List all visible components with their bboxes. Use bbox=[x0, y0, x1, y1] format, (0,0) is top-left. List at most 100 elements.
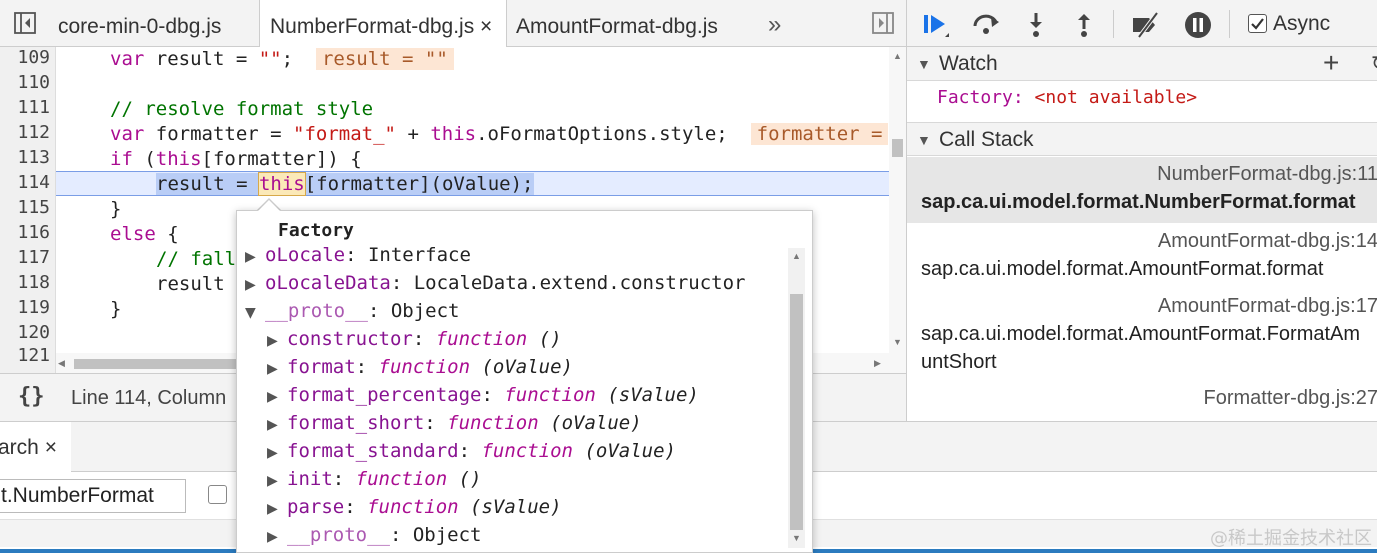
property-row[interactable]: ▶ oLocaleData: LocaleData.extend.construc… bbox=[245, 269, 745, 297]
string-literal: "format_" bbox=[293, 123, 396, 145]
more-tabs-icon[interactable]: » bbox=[768, 0, 781, 50]
step-over-icon[interactable] bbox=[971, 10, 999, 38]
property-row[interactable]: ▶ format_standard: function (oValue) bbox=[267, 437, 676, 465]
collapsed-triangle-icon[interactable]: ▶ bbox=[267, 467, 287, 495]
watch-section-header[interactable]: ▼ Watch + ↻ bbox=[907, 47, 1377, 81]
call-frame[interactable]: AmountFormat-dbg.js:17 sap.ca.ui.model.f… bbox=[907, 290, 1377, 382]
hovered-this-token[interactable]: this bbox=[257, 172, 306, 196]
step-out-icon[interactable] bbox=[1069, 10, 1097, 38]
line-number[interactable]: 113 bbox=[0, 147, 50, 168]
search-input[interactable] bbox=[0, 479, 186, 513]
property-row[interactable]: ▶ format: function (oValue) bbox=[267, 353, 573, 381]
object-inspector-popover[interactable]: Factory ▶ oLocale: Interface ▶ oLocaleData:… bbox=[236, 210, 813, 553]
property-row[interactable]: ▼ __proto__: Object bbox=[245, 297, 459, 325]
tab-amountformat[interactable]: AmountFormat-dbg.js bbox=[516, 0, 718, 47]
line-number[interactable]: 114 bbox=[0, 172, 50, 193]
code-text: ( bbox=[132, 148, 156, 170]
editor-vertical-scrollbar[interactable]: ▲ ▼ bbox=[889, 47, 906, 373]
scrollbar-thumb[interactable] bbox=[892, 139, 903, 157]
collapsed-triangle-icon[interactable]: ▶ bbox=[267, 383, 287, 411]
property-key: __proto__ bbox=[287, 524, 390, 546]
watch-expression-value: <not available> bbox=[1034, 87, 1198, 108]
watch-expression[interactable]: Factory: <not available> bbox=[937, 87, 1197, 108]
search-tab-label: arch bbox=[0, 436, 39, 459]
collapse-triangle-icon[interactable]: ▼ bbox=[917, 132, 931, 148]
collapse-triangle-icon[interactable]: ▼ bbox=[917, 56, 931, 72]
line-number[interactable]: 119 bbox=[0, 297, 50, 318]
line-number[interactable]: 118 bbox=[0, 272, 50, 293]
collapsed-triangle-icon[interactable]: ▶ bbox=[267, 495, 287, 523]
line-number-gutter[interactable]: 109 110 111 112 113 114 115 116 117 118 … bbox=[0, 47, 56, 373]
resume-icon[interactable] bbox=[921, 10, 949, 38]
collapsed-triangle-icon[interactable]: ▶ bbox=[245, 271, 265, 299]
line-number[interactable]: 112 bbox=[0, 122, 50, 143]
callstack-section-header[interactable]: ▼ Call Stack bbox=[907, 122, 1377, 156]
popover-scrollbar[interactable]: ▲ ▼ bbox=[788, 248, 805, 548]
property-row[interactable]: ▶ format_short: function (oValue) bbox=[267, 409, 642, 437]
close-search-icon[interactable]: × bbox=[45, 436, 57, 459]
code-line: result bbox=[156, 273, 225, 295]
deactivate-breakpoints-icon[interactable] bbox=[1129, 10, 1159, 39]
property-row[interactable]: ▶ oLocale: Interface bbox=[245, 241, 471, 269]
scroll-down-icon[interactable]: ▼ bbox=[792, 533, 801, 543]
line-number[interactable]: 109 bbox=[0, 47, 50, 68]
search-option-checkbox[interactable] bbox=[208, 485, 227, 504]
frame-function: sap.ca.ui.model.format.AmountFormat.Form… bbox=[921, 323, 1361, 345]
scroll-up-icon[interactable]: ▲ bbox=[792, 251, 801, 261]
toggle-navigator-icon[interactable] bbox=[14, 12, 36, 34]
property-row[interactable]: ▶ parse: function (sValue) bbox=[267, 493, 562, 521]
close-tab-icon[interactable]: × bbox=[480, 0, 492, 54]
collapsed-triangle-icon[interactable]: ▶ bbox=[267, 411, 287, 439]
collapsed-triangle-icon[interactable]: ▶ bbox=[267, 355, 287, 383]
property-row[interactable]: ▶ constructor: function () bbox=[267, 325, 562, 353]
line-number[interactable]: 121 bbox=[0, 345, 50, 366]
property-separator: : bbox=[344, 496, 368, 518]
step-into-icon[interactable] bbox=[1021, 10, 1049, 38]
tab-numberformat[interactable]: NumberFormat-dbg.js × bbox=[259, 0, 507, 48]
property-key: format bbox=[287, 356, 356, 378]
line-number[interactable]: 116 bbox=[0, 222, 50, 243]
property-key: init bbox=[287, 468, 333, 490]
code-text: formatter = bbox=[144, 123, 294, 145]
code-text: + bbox=[396, 123, 431, 145]
function-signature: (oValue) bbox=[538, 412, 642, 434]
pause-on-exceptions-icon[interactable] bbox=[1183, 10, 1211, 38]
property-row[interactable]: ▶ __proto__: Object bbox=[267, 521, 481, 549]
scroll-right-icon[interactable]: ▶ bbox=[874, 358, 881, 369]
scroll-down-icon[interactable]: ▼ bbox=[893, 337, 902, 347]
cursor-position: Line 114, Column bbox=[71, 387, 227, 409]
property-separator: : bbox=[390, 272, 414, 294]
line-number[interactable]: 117 bbox=[0, 247, 50, 268]
expanded-triangle-icon[interactable]: ▼ bbox=[245, 299, 265, 327]
collapsed-triangle-icon[interactable]: ▶ bbox=[267, 523, 287, 551]
add-watch-icon[interactable]: + bbox=[1323, 47, 1339, 79]
call-frame-selected[interactable]: NumberFormat-dbg.js:11 sap.ca.ui.model.f… bbox=[907, 157, 1377, 223]
property-row[interactable]: ▶ init: function () bbox=[267, 465, 482, 493]
code-text: ; bbox=[281, 48, 316, 70]
tab-core-min[interactable]: core-min-0-dbg.js bbox=[58, 0, 221, 47]
call-frame[interactable]: Formatter-dbg.js:27 bbox=[907, 382, 1377, 421]
async-checkbox[interactable] bbox=[1248, 14, 1267, 33]
toggle-debugger-icon[interactable] bbox=[872, 12, 894, 34]
collapsed-triangle-icon[interactable]: ▶ bbox=[267, 439, 287, 467]
property-row[interactable]: ▶ format_percentage: function (sValue) bbox=[267, 381, 699, 409]
call-frame[interactable]: AmountFormat-dbg.js:14 sap.ca.ui.model.f… bbox=[907, 225, 1377, 290]
line-number[interactable]: 120 bbox=[0, 322, 50, 343]
code-line: if (this[formatter]) { bbox=[110, 147, 362, 172]
collapsed-triangle-icon[interactable]: ▶ bbox=[245, 243, 265, 271]
property-value: function bbox=[435, 328, 528, 350]
watch-title: Watch bbox=[939, 52, 998, 75]
tab-search[interactable]: arch × bbox=[0, 422, 71, 473]
scroll-up-icon[interactable]: ▲ bbox=[893, 51, 902, 61]
scrollbar-thumb[interactable] bbox=[74, 359, 254, 369]
line-number[interactable]: 110 bbox=[0, 72, 50, 93]
property-separator: : bbox=[332, 468, 356, 490]
scrollbar-thumb[interactable] bbox=[790, 294, 803, 530]
refresh-watch-icon[interactable]: ↻ bbox=[1371, 51, 1377, 76]
scroll-left-icon[interactable]: ◀ bbox=[58, 358, 65, 369]
collapsed-triangle-icon[interactable]: ▶ bbox=[267, 327, 287, 355]
line-number[interactable]: 111 bbox=[0, 97, 50, 118]
keyword: if bbox=[110, 148, 133, 170]
line-number[interactable]: 115 bbox=[0, 197, 50, 218]
pretty-print-icon[interactable]: {} bbox=[18, 384, 45, 409]
